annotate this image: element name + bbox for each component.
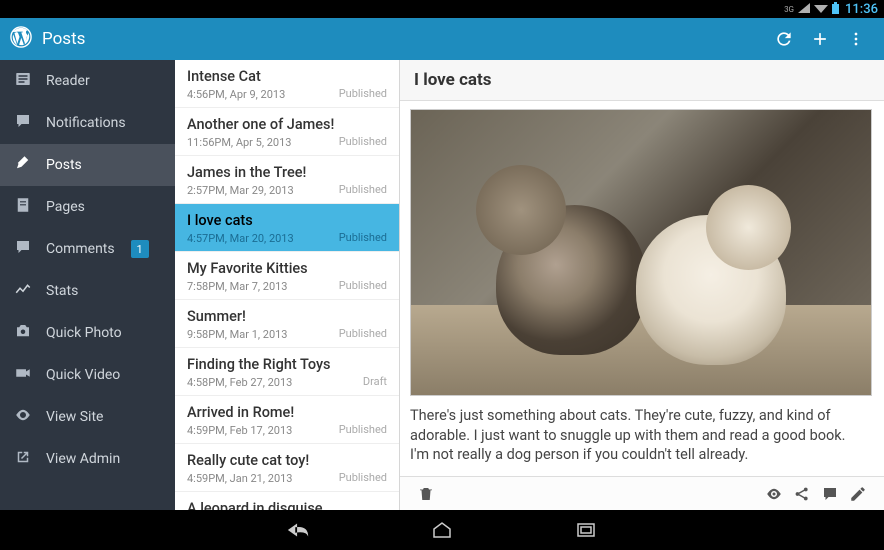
camera-icon	[14, 322, 32, 344]
post-status: Published	[339, 135, 387, 148]
android-status-bar: 3G 11:36	[0, 0, 884, 18]
back-button[interactable]	[286, 518, 310, 542]
sidebar-item-notifications[interactable]: Notifications	[0, 102, 175, 144]
wifi-icon	[814, 2, 828, 16]
post-title: Really cute cat toy!	[187, 452, 387, 469]
sidebar-item-label: Notifications	[46, 115, 126, 131]
action-bar-title: Posts	[42, 29, 766, 49]
sidebar-item-label: View Site	[46, 409, 103, 425]
post-title: Summer!	[187, 308, 387, 325]
post-title: My Favorite Kitties	[187, 260, 387, 277]
post-title: I love cats	[187, 212, 387, 229]
posts-icon	[14, 154, 32, 176]
post-list-item[interactable]: A leopard in disguise4:59PM, Jan 7, 2013…	[175, 492, 399, 510]
stats-icon	[14, 280, 32, 302]
post-detail: I love cats There's just something about…	[400, 60, 884, 510]
view-button[interactable]	[760, 480, 788, 508]
sidebar-item-reader[interactable]: Reader	[0, 60, 175, 102]
sidebar-item-label: Reader	[46, 73, 90, 89]
sidebar: Reader Notifications Posts Pages Comments 1 St…	[0, 60, 175, 510]
post-list-item[interactable]: I love cats4:57PM, Mar 20, 2013Published	[175, 204, 399, 252]
sidebar-item-label: Quick Video	[46, 367, 120, 383]
sidebar-item-external[interactable]: View Admin	[0, 438, 175, 480]
post-status: Draft	[363, 375, 387, 388]
signal-icon	[798, 2, 810, 16]
video-icon	[14, 364, 32, 386]
post-status: Published	[339, 327, 387, 340]
detail-body: There's just something about cats. They'…	[400, 101, 884, 476]
eye-icon	[14, 406, 32, 428]
wordpress-logo-icon	[10, 26, 32, 52]
sidebar-item-video[interactable]: Quick Video	[0, 354, 175, 396]
post-title: James in the Tree!	[187, 164, 387, 181]
share-button[interactable]	[788, 480, 816, 508]
comment-button[interactable]	[816, 480, 844, 508]
overflow-menu-button[interactable]	[838, 21, 874, 57]
sidebar-item-label: Comments	[46, 241, 115, 257]
refresh-button[interactable]	[766, 21, 802, 57]
post-list-item[interactable]: James in the Tree!2:57PM, Mar 29, 2013Pu…	[175, 156, 399, 204]
featured-image	[410, 109, 872, 396]
post-list-item[interactable]: Intense Cat4:56PM, Apr 9, 2013Published	[175, 60, 399, 108]
post-status: Published	[339, 279, 387, 292]
detail-toolbar	[400, 476, 884, 510]
comments-icon	[14, 238, 32, 260]
post-list-item[interactable]: Another one of James!11:56PM, Apr 5, 201…	[175, 108, 399, 156]
detail-title: I love cats	[400, 60, 884, 101]
pages-icon	[14, 196, 32, 218]
post-list-item[interactable]: Finding the Right Toys 4:58PM, Feb 27, 20…	[175, 348, 399, 396]
reader-icon	[14, 70, 32, 92]
post-title: Arrived in Rome!	[187, 404, 387, 421]
post-title: Finding the Right Toys	[187, 356, 387, 373]
edit-button[interactable]	[844, 480, 872, 508]
post-status: Published	[339, 183, 387, 196]
sidebar-item-comments[interactable]: Comments 1	[0, 228, 175, 270]
post-list-item[interactable]: My Favorite Kitties7:58PM, Mar 7, 2013Pu…	[175, 252, 399, 300]
comments-badge: 1	[131, 240, 149, 258]
post-title: Another one of James!	[187, 116, 387, 133]
trash-button[interactable]	[412, 480, 440, 508]
post-list-item[interactable]: Really cute cat toy!4:59PM, Jan 21, 2013…	[175, 444, 399, 492]
sidebar-item-label: Pages	[46, 199, 85, 215]
sidebar-item-label: View Admin	[46, 451, 120, 467]
external-icon	[14, 448, 32, 470]
post-list[interactable]: Intense Cat4:56PM, Apr 9, 2013PublishedA…	[175, 60, 400, 510]
post-status: Published	[339, 87, 387, 100]
recent-apps-button[interactable]	[574, 518, 598, 542]
post-status: Published	[339, 423, 387, 436]
sidebar-item-posts[interactable]: Posts	[0, 144, 175, 186]
home-button[interactable]	[430, 518, 454, 542]
post-title: Intense Cat	[187, 68, 387, 85]
post-title: A leopard in disguise	[187, 500, 387, 510]
sidebar-item-camera[interactable]: Quick Photo	[0, 312, 175, 354]
network-type-label: 3G	[784, 5, 794, 14]
post-status: Published	[339, 471, 387, 484]
sidebar-item-stats[interactable]: Stats	[0, 270, 175, 312]
sidebar-item-pages[interactable]: Pages	[0, 186, 175, 228]
post-meta: 4:58PM, Feb 27, 2013	[187, 376, 387, 389]
add-button[interactable]	[802, 21, 838, 57]
sidebar-item-eye[interactable]: View Site	[0, 396, 175, 438]
battery-icon	[832, 4, 839, 14]
post-status: Published	[339, 231, 387, 244]
post-list-item[interactable]: Arrived in Rome!4:59PM, Feb 17, 2013Publ…	[175, 396, 399, 444]
sidebar-item-label: Quick Photo	[46, 325, 122, 341]
action-bar: Posts	[0, 18, 884, 60]
post-list-item[interactable]: Summer!9:58PM, Mar 1, 2013Published	[175, 300, 399, 348]
android-nav-bar	[0, 510, 884, 550]
detail-text: There's just something about cats. They'…	[410, 406, 874, 465]
clock: 11:36	[845, 2, 878, 17]
notifications-icon	[14, 112, 32, 134]
sidebar-item-label: Stats	[46, 283, 78, 299]
sidebar-item-label: Posts	[46, 157, 82, 173]
